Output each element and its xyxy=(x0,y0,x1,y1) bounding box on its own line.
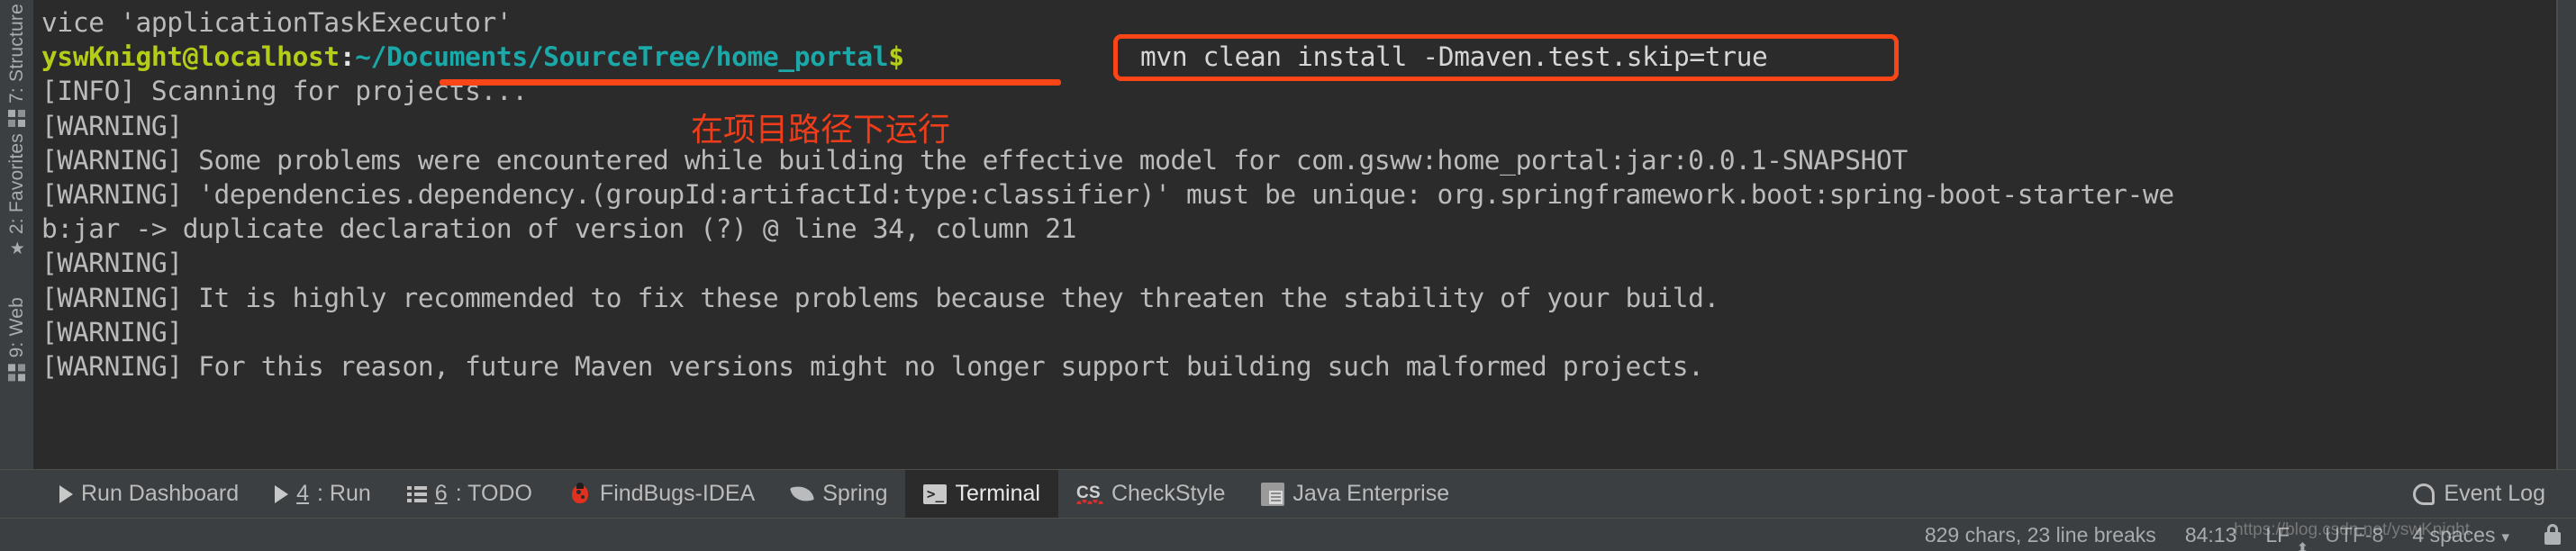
web-icon xyxy=(8,364,25,382)
terminal-output[interactable]: vice 'applicationTaskExecutor' yswKnight… xyxy=(34,0,2556,469)
tool-button-label: Java Enterprise xyxy=(1293,481,1450,506)
tool-window-bar: Run Dashboard 4 : Run 6 : TODO FindBugs-ID… xyxy=(0,469,2576,518)
tool-button-event-log[interactable]: Event Log xyxy=(2394,470,2576,518)
left-tool-rail: 7: Structure ★ 2: Favorites 9: Web xyxy=(0,0,34,469)
terminal-line: [WARNING] xyxy=(41,110,183,141)
tool-button-checkstyle[interactable]: CS CheckStyle xyxy=(1058,470,1243,518)
rail-item-web[interactable]: 9: Web xyxy=(5,297,28,382)
tool-button-java-enterprise[interactable]: Java Enterprise xyxy=(1243,470,1467,518)
status-line-separator-label: LF xyxy=(2265,522,2290,546)
tool-button-run-dashboard[interactable]: Run Dashboard xyxy=(41,470,257,518)
prompt-separator: : xyxy=(339,41,356,73)
play-icon xyxy=(59,484,73,503)
tool-button-findbugs[interactable]: FindBugs-IDEA xyxy=(550,470,773,518)
tool-button-label: Spring xyxy=(822,481,888,506)
terminal-scrollbar[interactable] xyxy=(2556,0,2576,469)
star-icon: ★ xyxy=(8,239,25,259)
annotation-path-underline xyxy=(440,79,1061,86)
prompt-path: ~/Documents/SourceTree/home_portal xyxy=(355,41,889,73)
tool-button-label: : Run xyxy=(317,481,371,506)
tool-button-label: FindBugs-IDEA xyxy=(599,481,756,506)
prompt-user-host: yswKnight@localhost xyxy=(41,41,340,73)
rail-item-label: 9: Web xyxy=(5,297,27,358)
main-area: 7: Structure ★ 2: Favorites 9: Web vice … xyxy=(0,0,2576,469)
status-lock[interactable] xyxy=(2524,524,2576,546)
tool-button-label: Terminal xyxy=(955,481,1040,506)
java-enterprise-icon xyxy=(1261,482,1285,506)
play-icon xyxy=(275,484,289,503)
terminal-line: [WARNING] It is highly recommended to fi… xyxy=(41,282,1719,313)
annotation-note-text: 在项目路径下运行 xyxy=(691,112,951,149)
lock-icon xyxy=(2544,524,2562,546)
rail-item-label: 2: Favorites xyxy=(5,133,27,235)
rail-item-label: 7: Structure xyxy=(5,4,27,104)
event-log-icon xyxy=(2412,483,2435,506)
tool-button-label: Run Dashboard xyxy=(81,481,240,506)
tool-button-todo[interactable]: 6 : TODO xyxy=(389,470,550,518)
rail-item-structure[interactable]: 7: Structure xyxy=(6,4,28,127)
tool-button-label: : TODO xyxy=(455,481,532,506)
status-line-separator[interactable]: LF xyxy=(2251,523,2310,547)
status-caret-position[interactable]: 84:13 xyxy=(2171,523,2252,547)
terminal-line: [WARNING] xyxy=(41,316,183,348)
terminal-line: [WARNING] 'dependencies.dependency.(grou… xyxy=(41,179,2174,211)
annotation-command-text: mvn clean install -Dmaven.test.skip=true xyxy=(1140,41,1768,72)
status-bar: 829 chars, 23 line breaks 84:13 LF UTF-8… xyxy=(0,518,2576,551)
terminal-line: [INFO] Scanning for projects... xyxy=(41,76,528,107)
terminal-line: [WARNING] For this reason, future Maven … xyxy=(41,351,1704,383)
checkstyle-icon: CS xyxy=(1075,483,1103,505)
terminal-line: [WARNING] Some problems were encountered… xyxy=(41,144,1908,176)
structure-icon xyxy=(8,109,25,127)
prompt-sigil: $ xyxy=(888,41,904,73)
terminal-line: [WARNING] xyxy=(41,248,183,279)
terminal-line: vice 'applicationTaskExecutor' xyxy=(41,7,512,38)
status-indent[interactable]: 4 spaces xyxy=(2398,523,2524,547)
tool-button-run[interactable]: 4 : Run xyxy=(257,470,389,518)
tool-button-mnemonic: 4 xyxy=(296,481,310,506)
status-encoding[interactable]: UTF-8 xyxy=(2310,523,2398,547)
rail-item-favorites[interactable]: ★ 2: Favorites xyxy=(5,133,28,259)
todo-list-icon xyxy=(406,485,427,503)
tool-button-label: Event Log xyxy=(2444,481,2545,506)
status-chars-info: 829 chars, 23 line breaks xyxy=(1924,522,2156,546)
tool-button-spring[interactable]: Spring xyxy=(773,470,905,518)
terminal-tool-window: vice 'applicationTaskExecutor' yswKnight… xyxy=(34,0,2576,469)
tool-button-mnemonic: 6 xyxy=(434,481,448,506)
chevron-down-icon xyxy=(2501,523,2509,547)
terminal-line: b:jar -> duplicate declaration of versio… xyxy=(41,213,1077,245)
terminal-icon: >_ xyxy=(923,483,948,504)
bug-icon xyxy=(568,482,592,506)
ide-window: 7: Structure ★ 2: Favorites 9: Web vice … xyxy=(0,0,2576,551)
tool-button-label: CheckStyle xyxy=(1111,481,1226,506)
tool-button-terminal[interactable]: >_ Terminal xyxy=(905,470,1058,518)
status-indent-label: 4 spaces xyxy=(2412,522,2496,546)
tool-bar-spacer xyxy=(1467,470,2394,518)
spring-leaf-icon xyxy=(790,483,815,506)
